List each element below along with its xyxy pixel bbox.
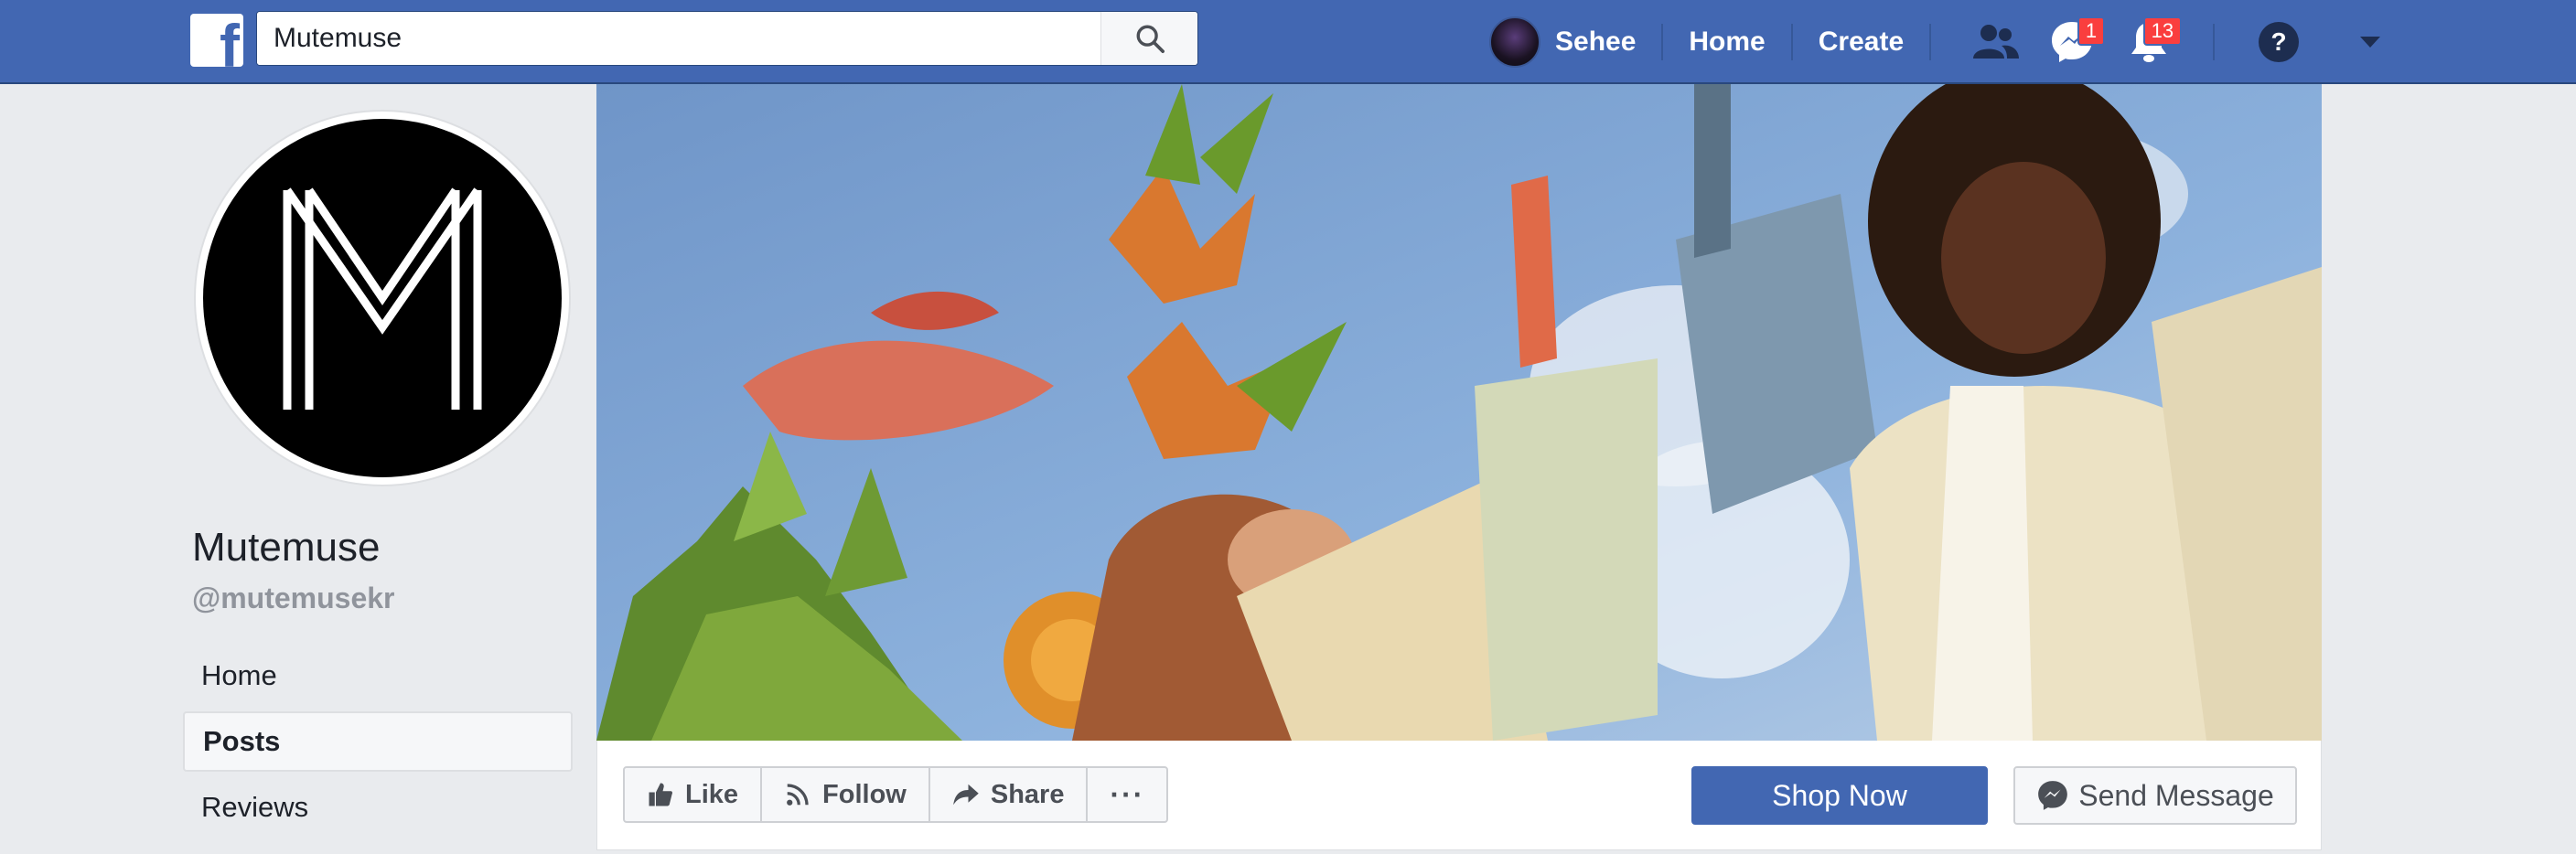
- nav-divider: [1790, 24, 1793, 60]
- messenger-button[interactable]: 1: [2046, 16, 2106, 68]
- cover-photo[interactable]: [596, 84, 2322, 741]
- m-monogram-icon: [283, 187, 482, 410]
- sidebar-item-reviews[interactable]: Reviews: [183, 777, 573, 838]
- like-button[interactable]: Like: [625, 768, 763, 821]
- search-input[interactable]: [257, 12, 1099, 65]
- caret-down-icon: [2360, 37, 2381, 48]
- sidebar-item-home[interactable]: Home: [183, 646, 573, 706]
- messenger-icon: [2038, 781, 2068, 810]
- share-button[interactable]: Share: [930, 768, 1089, 821]
- top-nav-right: Sehee Home Create 1 13 ?: [1489, 0, 2409, 84]
- help-icon: ?: [2259, 22, 2300, 62]
- user-name-link[interactable]: Sehee: [1555, 27, 1636, 58]
- search-button[interactable]: [1100, 12, 1197, 65]
- search-icon: [1136, 25, 1165, 54]
- rss-icon: [787, 784, 809, 806]
- home-link[interactable]: Home: [1689, 27, 1765, 58]
- send-message-label: Send Message: [2078, 778, 2274, 812]
- thumbs-up-icon: [649, 783, 673, 806]
- search-box: [256, 11, 1198, 66]
- sidebar-item-posts[interactable]: Posts: [183, 711, 573, 772]
- facebook-logo-icon[interactable]: f: [190, 14, 243, 67]
- cover-photo-illustration: [596, 84, 2322, 741]
- shop-now-button[interactable]: Shop Now: [1691, 766, 1988, 825]
- mutemuse-logo: [203, 119, 562, 477]
- follow-button[interactable]: Follow: [762, 768, 930, 821]
- friends-icon: [1973, 25, 2020, 59]
- top-navigation-bar: f Sehee Home Create: [0, 0, 2576, 84]
- help-icon-glyph: ?: [2271, 27, 2287, 56]
- page-username[interactable]: @mutemusekr: [192, 582, 395, 615]
- nav-divider: [1661, 24, 1664, 60]
- page-action-bar: Like Follow Share ··· Shop Now Send Mess…: [596, 741, 2322, 850]
- help-button[interactable]: ?: [2253, 16, 2304, 68]
- page-actions-group: Like Follow Share ···: [623, 766, 1169, 823]
- send-message-button[interactable]: Send Message: [2013, 766, 2297, 825]
- share-arrow-icon: [953, 784, 979, 806]
- like-button-label: Like: [685, 779, 739, 809]
- page-profile-picture[interactable]: [194, 110, 571, 486]
- more-options-button[interactable]: ···: [1088, 768, 1166, 821]
- messenger-badge: 1: [2077, 16, 2106, 46]
- notifications-badge: 13: [2142, 16, 2183, 46]
- ellipsis-icon: ···: [1110, 777, 1145, 811]
- page-title: Mutemuse: [192, 525, 381, 570]
- notifications-button[interactable]: 13: [2123, 16, 2183, 68]
- follow-button-label: Follow: [822, 779, 907, 809]
- create-link[interactable]: Create: [1819, 27, 1904, 58]
- user-avatar[interactable]: [1489, 16, 1540, 68]
- share-button-label: Share: [990, 779, 1065, 809]
- nav-divider: [2213, 24, 2216, 60]
- account-menu-button[interactable]: [2345, 16, 2396, 68]
- nav-divider: [1929, 24, 1932, 60]
- friend-requests-button[interactable]: [1970, 16, 2021, 68]
- page-sidebar-nav: Home Posts Reviews: [183, 646, 573, 843]
